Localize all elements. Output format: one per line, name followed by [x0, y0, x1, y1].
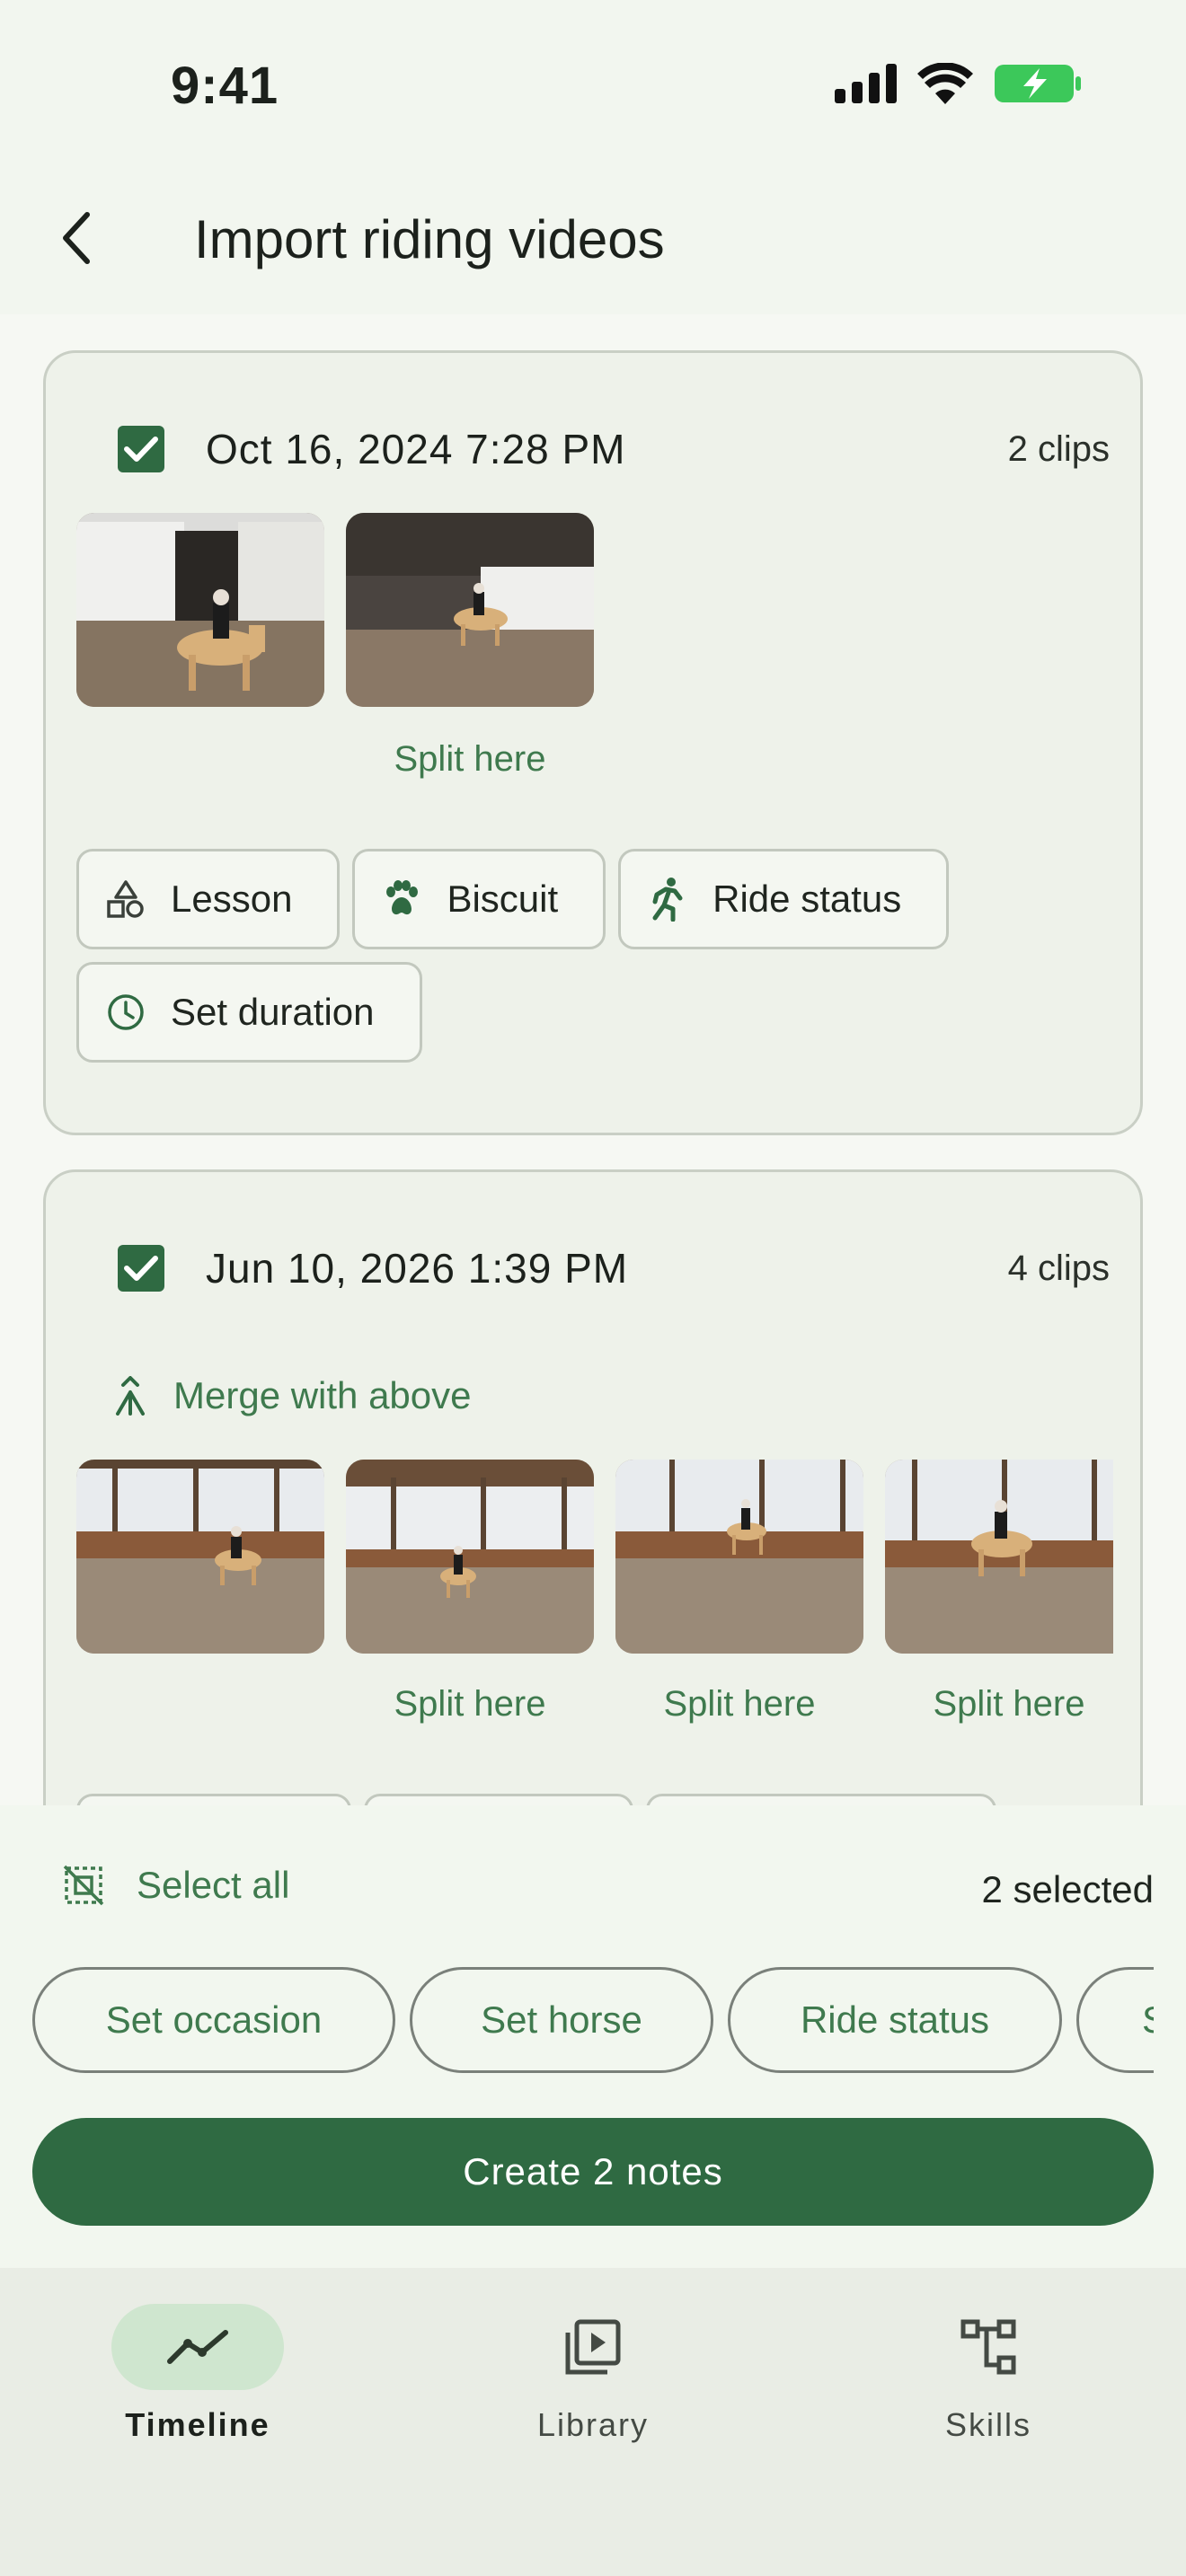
riding-clip-image — [76, 513, 324, 707]
battery-icon — [995, 65, 1081, 102]
nav-item-timeline[interactable]: Timeline — [63, 2304, 332, 2444]
clip-thumbnails — [76, 1460, 1113, 1654]
set-duration-chip[interactable]: Set duration — [76, 962, 422, 1063]
status-bar: 9:41 — [0, 0, 1186, 171]
clip-count: 2 clips — [1007, 428, 1110, 469]
riding-clip-image — [346, 1460, 594, 1654]
nav-indicator — [902, 2304, 1075, 2390]
running-icon — [652, 878, 683, 922]
chip-placeholder[interactable] — [364, 1794, 633, 1805]
bulk-action-sheet: Select all 2 selected Set occasion Set h… — [0, 1805, 1186, 2268]
status-time: 9:41 — [171, 57, 279, 115]
status-icons — [835, 61, 1083, 106]
merge-label: Merge with above — [173, 1374, 472, 1416]
chip-placeholder[interactable] — [76, 1794, 351, 1805]
split-here-button[interactable]: Split here — [346, 739, 594, 780]
bulk-action-pills[interactable]: Set occasion Set horse Ride status S — [32, 1967, 1154, 2077]
ride-status-button[interactable]: Ride status — [728, 1967, 1062, 2073]
select-all-button[interactable]: Select all — [63, 1864, 289, 1907]
split-row: Split here Split here Split here — [76, 1684, 1133, 1725]
ride-status-chip[interactable]: Ride status — [618, 849, 950, 949]
chip-label: Lesson — [171, 878, 293, 920]
signal-icon — [835, 64, 897, 103]
set-occasion-button[interactable]: Set occasion — [32, 1967, 395, 2073]
library-icon — [565, 2319, 621, 2375]
check-icon — [124, 437, 158, 462]
page-title: Import riding videos — [194, 209, 665, 269]
video-group-list[interactable]: Oct 16, 2024 7:28 PM 2 clips Split here … — [0, 314, 1186, 1805]
split-here-button[interactable]: Split here — [885, 1684, 1133, 1725]
chip-label: Biscuit — [447, 878, 559, 920]
set-more-button[interactable]: S — [1076, 1967, 1154, 2073]
riding-clip-image — [885, 1460, 1113, 1654]
set-horse-button[interactable]: Set horse — [410, 1967, 713, 2073]
chip-label: Ride status — [712, 878, 902, 920]
horse-chip[interactable]: Biscuit — [352, 849, 606, 949]
check-icon — [124, 1256, 158, 1281]
select-all-label: Select all — [137, 1864, 290, 1906]
split-here-button[interactable]: Split here — [615, 1684, 863, 1725]
split-spacer — [76, 1684, 324, 1725]
group-date: Oct 16, 2024 7:28 PM — [206, 426, 626, 472]
app-bar: Import riding videos — [0, 171, 1186, 314]
merge-with-above-button[interactable]: Merge with above — [112, 1374, 472, 1417]
chip-placeholder[interactable] — [646, 1794, 996, 1805]
skills-icon — [960, 2319, 1016, 2375]
clip-thumbnail[interactable] — [615, 1460, 863, 1654]
clock-icon — [108, 994, 144, 1030]
merge-icon — [116, 1376, 145, 1416]
back-button[interactable] — [36, 198, 117, 278]
shapes-icon — [107, 880, 144, 918]
card-header: Oct 16, 2024 7:28 PM 2 clips — [118, 418, 1110, 481]
clip-count: 4 clips — [1007, 1248, 1110, 1288]
bottom-navigation: Timeline Library Skills — [0, 2268, 1186, 2576]
group-chips: Lesson Biscuit Ride status Set duration — [76, 849, 1065, 1063]
clip-thumbnail[interactable] — [76, 1460, 324, 1654]
nav-label: Library — [536, 2406, 650, 2443]
nav-item-library[interactable]: Library — [458, 2304, 728, 2444]
riding-clip-image — [346, 513, 594, 707]
group-checkbox[interactable] — [118, 426, 164, 472]
create-notes-button[interactable]: Create 2 notes — [32, 2118, 1154, 2226]
back-arrow-icon — [63, 212, 90, 264]
riding-clip-image — [76, 1460, 324, 1654]
group-date: Jun 10, 2026 1:39 PM — [206, 1245, 629, 1292]
chip-label: Set duration — [171, 991, 375, 1033]
nav-indicator — [111, 2304, 284, 2390]
nav-label: Timeline — [125, 2406, 270, 2443]
split-here-button[interactable]: Split here — [346, 1684, 594, 1725]
nav-item-skills[interactable]: Skills — [854, 2304, 1123, 2444]
clip-thumbnail[interactable] — [346, 1460, 594, 1654]
riding-clip-image — [615, 1460, 863, 1654]
select-all-icon — [63, 1865, 104, 1906]
nav-indicator — [507, 2304, 679, 2390]
group-checkbox[interactable] — [118, 1245, 164, 1292]
clip-thumbnail[interactable] — [346, 513, 594, 707]
clip-thumbnails — [76, 513, 594, 707]
clip-thumbnail[interactable] — [885, 1460, 1113, 1654]
split-row: Split here — [76, 739, 594, 780]
card-header: Jun 10, 2026 1:39 PM 4 clips — [118, 1237, 1110, 1300]
paw-icon — [386, 880, 419, 915]
video-group-card: Oct 16, 2024 7:28 PM 2 clips Split here … — [43, 350, 1143, 1135]
timeline-icon — [167, 2330, 228, 2364]
selected-count: 2 selected — [981, 1868, 1154, 1910]
occasion-chip[interactable]: Lesson — [76, 849, 341, 949]
wifi-icon — [917, 63, 973, 104]
video-group-card: Jun 10, 2026 1:39 PM 4 clips Merge with … — [43, 1169, 1143, 1805]
group-chips-partial — [76, 1794, 1065, 1805]
clip-thumbnail[interactable] — [76, 513, 324, 707]
nav-label: Skills — [944, 2406, 1031, 2443]
split-spacer — [76, 739, 324, 780]
